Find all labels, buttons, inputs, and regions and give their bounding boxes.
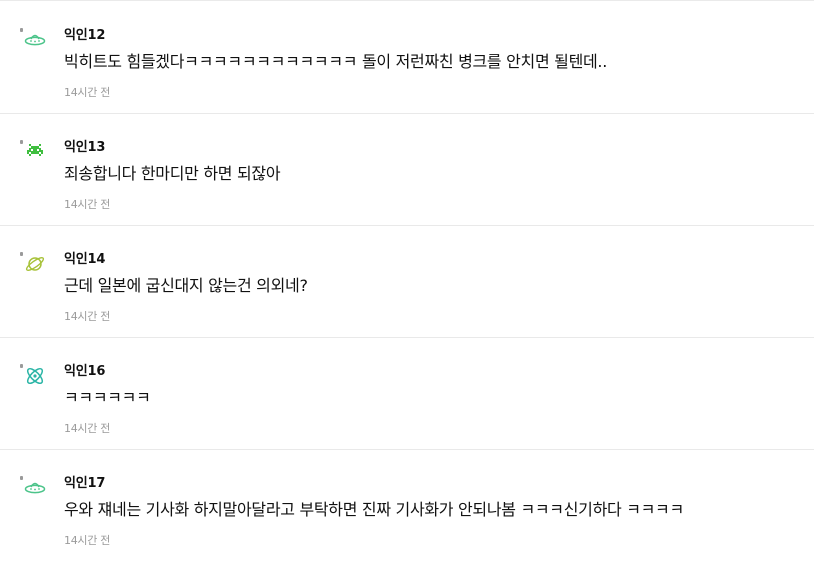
comment-author[interactable]: 익인13 — [64, 136, 105, 155]
avatar-indicator — [20, 140, 23, 144]
avatar[interactable] — [20, 22, 50, 50]
comment-author[interactable]: 익인12 — [64, 24, 105, 43]
comment-text: 우와 쟤네는 기사화 하지말아달라고 부탁하면 진짜 기사화가 안되나봄 ㅋㅋㅋ… — [64, 500, 684, 519]
avatar-indicator — [20, 364, 23, 368]
planet-icon — [25, 257, 45, 271]
ufo-icon — [24, 34, 46, 46]
comment-author[interactable]: 익인14 — [64, 248, 105, 267]
comment-time: 14시간 전 — [64, 310, 111, 323]
comment-item: 익인14 근데 일본에 굽신대지 않는건 의외네? 14시간 전 — [0, 226, 814, 338]
comment-time: 14시간 전 — [64, 198, 111, 211]
avatar[interactable] — [20, 246, 50, 274]
comment-time: 14시간 전 — [64, 422, 111, 435]
avatar[interactable] — [20, 470, 50, 498]
ufo-icon — [24, 482, 46, 494]
comment-text: 빅히트도 힘들겠다ㅋㅋㅋㅋㅋㅋㅋㅋㅋㅋㅋㅋ 돌이 저런짜친 병크를 안치면 될텐… — [64, 52, 607, 71]
comment-author[interactable]: 익인17 — [64, 472, 105, 491]
avatar-indicator — [20, 28, 23, 32]
comment-item: 익인12 빅히트도 힘들겠다ㅋㅋㅋㅋㅋㅋㅋㅋㅋㅋㅋㅋ 돌이 저런짜친 병크를 안… — [0, 2, 814, 114]
comment-text: ㅋㅋㅋㅋㅋㅋ — [64, 388, 151, 407]
comment-item: 익인16 ㅋㅋㅋㅋㅋㅋ 14시간 전 — [0, 338, 814, 450]
comment-text: 죄송합니다 한마디만 하면 되잖아 — [64, 164, 281, 183]
comment-author[interactable]: 익인16 — [64, 360, 105, 379]
avatar-indicator — [20, 476, 23, 480]
comment-time: 14시간 전 — [64, 86, 111, 99]
avatar[interactable] — [20, 358, 50, 386]
top-divider — [0, 0, 814, 1]
space-invader-icon — [27, 144, 43, 156]
avatar[interactable] — [20, 134, 50, 162]
comment-item: 익인17 우와 쟤네는 기사화 하지말아달라고 부탁하면 진짜 기사화가 안되나… — [0, 450, 814, 562]
comment-item: 익인13 죄송합니다 한마디만 하면 되잖아 14시간 전 — [0, 114, 814, 226]
comment-time: 14시간 전 — [64, 534, 111, 547]
avatar-indicator — [20, 252, 23, 256]
atom-icon — [26, 367, 44, 385]
comment-text: 근데 일본에 굽신대지 않는건 의외네? — [64, 276, 308, 295]
